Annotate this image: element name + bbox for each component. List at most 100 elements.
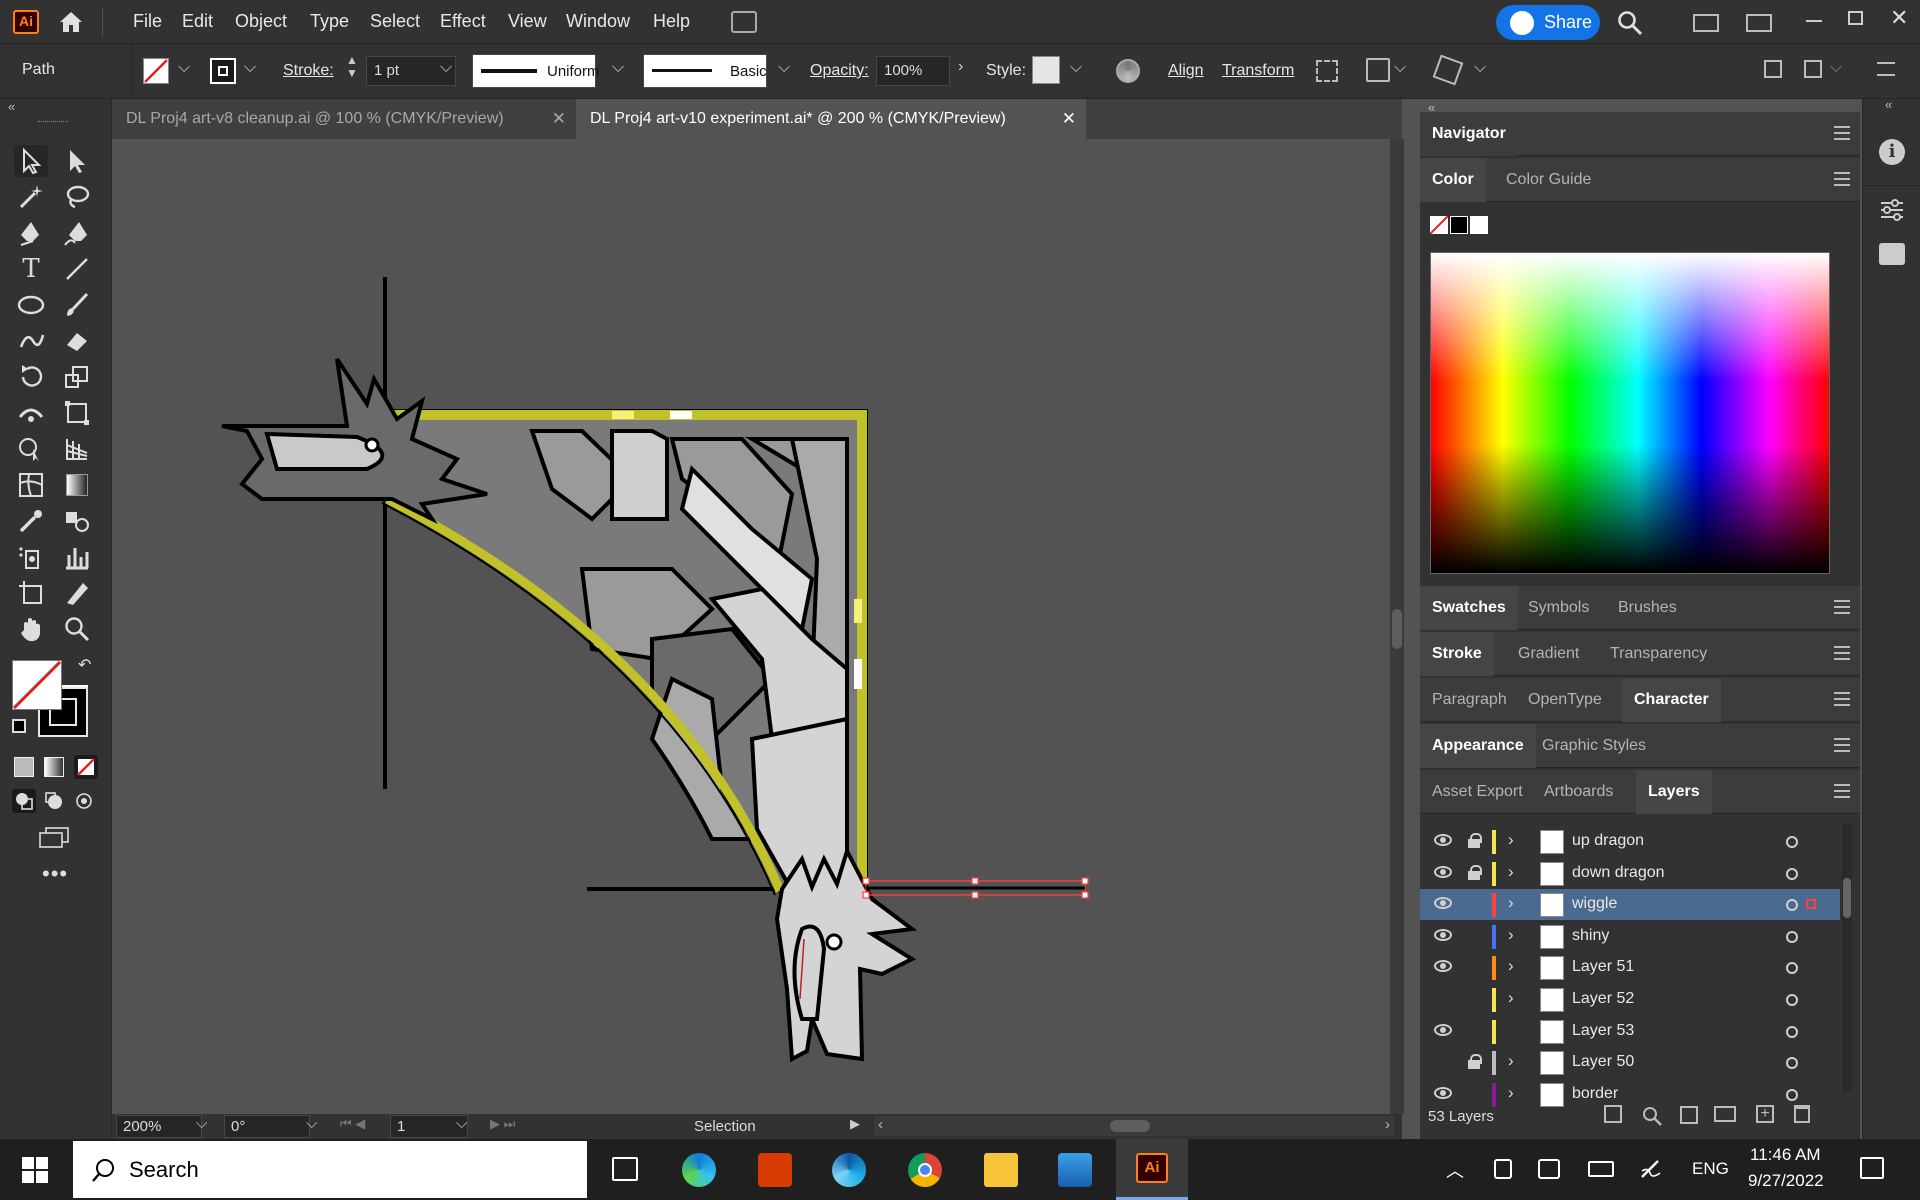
chevron-right-icon[interactable]: › xyxy=(1508,893,1514,913)
rotation-dropdown-icon[interactable]: ⌵ xyxy=(306,1115,317,1132)
chevron-right-icon[interactable]: › xyxy=(1508,956,1514,976)
status-arrow-icon[interactable]: ▶ xyxy=(850,1116,860,1132)
stroke-dropdown-icon[interactable]: ⌵ xyxy=(244,59,256,77)
zoom-input[interactable]: 200% xyxy=(116,1115,202,1138)
layer-row[interactable]: Layer 53 xyxy=(1420,1016,1840,1047)
layer-row[interactable]: › Layer 50 xyxy=(1420,1047,1840,1078)
swap-fill-stroke-icon[interactable]: ↶ xyxy=(78,655,91,675)
tab-stroke[interactable]: Stroke xyxy=(1420,632,1494,676)
width-tool[interactable] xyxy=(14,397,48,429)
mesh-tool[interactable] xyxy=(14,469,48,501)
perspective-grid-tool[interactable] xyxy=(60,433,94,465)
fill-dropdown-icon[interactable]: ⌵ xyxy=(178,59,190,77)
menu-file[interactable]: File xyxy=(133,11,162,32)
minimize-icon[interactable] xyxy=(1806,20,1822,22)
layer-row[interactable]: › shiny xyxy=(1420,921,1840,952)
color-fill-stroke-mini[interactable] xyxy=(1429,215,1490,236)
lasso-tool[interactable] xyxy=(60,181,94,213)
new-layer-icon[interactable]: + xyxy=(1756,1105,1774,1123)
menu-effect[interactable]: Effect xyxy=(440,11,486,32)
tab-color[interactable]: Color xyxy=(1420,158,1486,202)
lock-icon[interactable] xyxy=(1468,833,1482,848)
scale-tool[interactable] xyxy=(60,361,94,393)
profile-dropdown-icon[interactable]: ⌵ xyxy=(612,59,624,77)
selected-art-indicator[interactable] xyxy=(1806,899,1816,910)
none-mode-icon[interactable] xyxy=(74,755,98,779)
ellipse-tool[interactable] xyxy=(14,289,48,321)
edge-dev-icon[interactable] xyxy=(832,1153,866,1187)
style-dropdown-icon[interactable]: ⌵ xyxy=(1070,59,1082,77)
draw-behind-icon[interactable] xyxy=(44,791,64,811)
vertical-scrollbar[interactable] xyxy=(1390,139,1404,1114)
taskbar-search-box[interactable]: Search xyxy=(73,1141,587,1198)
chevron-right-icon[interactable]: › xyxy=(1508,925,1514,945)
puppet-warp-icon[interactable] xyxy=(1366,58,1390,82)
clipping-mask-icon[interactable] xyxy=(1680,1106,1698,1124)
tab-appearance[interactable]: Appearance xyxy=(1420,724,1536,768)
tab-gradient[interactable]: Gradient xyxy=(1506,632,1591,676)
visibility-eye-icon[interactable] xyxy=(1434,1023,1452,1036)
windows-start-icon[interactable] xyxy=(22,1157,48,1183)
align-link[interactable]: Align xyxy=(1168,62,1204,80)
graphic-style-swatch[interactable] xyxy=(1032,56,1060,84)
visibility-eye-icon[interactable] xyxy=(1434,960,1452,973)
puppet-dropdown-icon[interactable]: ⌵ xyxy=(1394,59,1406,77)
layer-name[interactable]: shiny xyxy=(1572,927,1609,945)
tab-artboards[interactable]: Artboards xyxy=(1532,770,1625,814)
locate-object-icon[interactable] xyxy=(1642,1106,1662,1126)
notifications-icon[interactable] xyxy=(1860,1157,1884,1179)
menu-window[interactable]: Window xyxy=(566,11,630,32)
layer-name[interactable]: border xyxy=(1572,1085,1618,1103)
layer-name[interactable]: up dragon xyxy=(1572,832,1644,850)
next-artboard-icon[interactable]: ▶ ⏭ xyxy=(490,1116,515,1132)
layer-name[interactable]: wiggle xyxy=(1572,895,1617,913)
stroke-weight-dropdown-icon[interactable]: ⌵ xyxy=(440,59,452,77)
meet-now-icon[interactable] xyxy=(1494,1159,1512,1179)
navigator-menu-icon[interactable] xyxy=(1834,126,1850,140)
shape-dropdown-icon[interactable]: ⌵ xyxy=(1474,59,1486,77)
screen-capture-icon[interactable] xyxy=(1538,1159,1560,1179)
stroke-swatch[interactable] xyxy=(210,58,236,84)
brush-dropdown-icon[interactable]: ⌵ xyxy=(778,59,790,77)
direct-selection-tool[interactable] xyxy=(60,145,94,177)
chevron-right-icon[interactable]: › xyxy=(1508,862,1514,882)
layer-row[interactable]: › up dragon xyxy=(1420,826,1840,857)
target-circle-icon[interactable] xyxy=(1786,930,1798,943)
clock-date[interactable]: 9/27/2022 xyxy=(1748,1171,1824,1191)
new-sublayer-icon[interactable] xyxy=(1714,1106,1736,1122)
layer-name[interactable]: Layer 51 xyxy=(1572,958,1634,976)
target-circle-icon[interactable] xyxy=(1786,867,1798,880)
fill-indicator[interactable] xyxy=(12,660,62,710)
target-circle-icon[interactable] xyxy=(1786,1057,1798,1070)
task-view-icon[interactable] xyxy=(612,1157,638,1181)
comments-icon[interactable] xyxy=(1879,243,1905,265)
photos-icon[interactable] xyxy=(1058,1153,1092,1187)
artboard-tool[interactable] xyxy=(14,577,48,609)
magic-wand-tool[interactable] xyxy=(14,181,48,213)
target-circle-icon[interactable] xyxy=(1786,1088,1798,1101)
draw-inside-icon[interactable] xyxy=(74,791,94,811)
shape-builder-tool[interactable] xyxy=(14,433,48,465)
target-circle-icon[interactable] xyxy=(1786,899,1798,912)
stroke-menu-icon[interactable] xyxy=(1834,646,1850,660)
object-layout-icon[interactable] xyxy=(1804,60,1822,78)
column-graph-tool[interactable] xyxy=(60,541,94,573)
eraser-tool[interactable] xyxy=(60,325,94,357)
color-spectrum[interactable] xyxy=(1430,252,1830,574)
restore-icon[interactable] xyxy=(1848,11,1863,25)
export-icon[interactable] xyxy=(1604,1105,1622,1123)
layer-name[interactable]: Layer 50 xyxy=(1572,1053,1634,1071)
hand-tool[interactable] xyxy=(14,613,48,645)
rotation-input[interactable]: 0° xyxy=(224,1115,310,1138)
tab-asset-export[interactable]: Asset Export xyxy=(1420,770,1535,814)
tab-navigator[interactable]: Navigator xyxy=(1420,112,1518,156)
appearance-menu-icon[interactable] xyxy=(1834,738,1850,752)
properties-icon[interactable]: i xyxy=(1879,139,1905,165)
type-menu-icon[interactable] xyxy=(1834,692,1850,706)
target-circle-icon[interactable] xyxy=(1786,962,1798,975)
language-indicator[interactable]: ENG xyxy=(1692,1159,1729,1179)
curvature-tool[interactable] xyxy=(60,217,94,249)
menu-view[interactable]: View xyxy=(508,11,547,32)
edit-toolbar-icon[interactable]: ••• xyxy=(42,861,68,887)
battery-icon[interactable] xyxy=(1588,1161,1614,1177)
